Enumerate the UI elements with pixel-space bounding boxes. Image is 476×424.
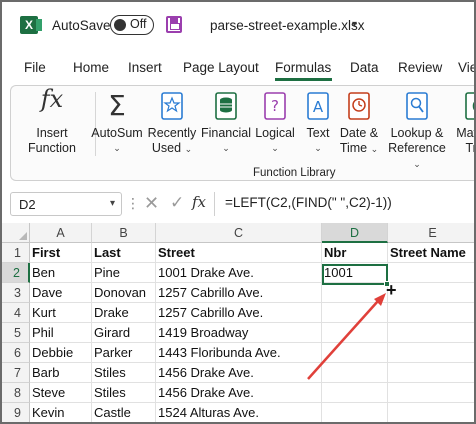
tab-review[interactable]: Review	[398, 60, 442, 75]
lookup-reference-button[interactable]: Lookup & Reference ⌄	[385, 86, 449, 169]
formula-buttons: ✕ ✓ fx	[134, 192, 214, 216]
financial-label: Financial	[200, 126, 252, 140]
tab-insert[interactable]: Insert	[128, 60, 162, 75]
confirm-icon[interactable]: ✓	[170, 193, 184, 213]
recently-used-label-1: Recently	[147, 126, 197, 140]
svg-text:?: ?	[271, 97, 279, 115]
name-box-value: D2	[19, 197, 36, 212]
chevron-down-icon[interactable]: ▾	[110, 198, 115, 209]
financial-button[interactable]: Financial ⌄	[199, 86, 253, 164]
autosave-toggle[interactable]: Off	[110, 15, 154, 35]
formula-text: =LEFT(C2,(FIND(" ",C2)-1))	[225, 195, 392, 210]
svg-text:θ: θ	[472, 100, 476, 115]
math-trig-label-1: Math &	[456, 126, 474, 140]
insert-function-button[interactable]: fx Insert Function	[17, 86, 87, 164]
date-time-label-2: Time ⌄	[339, 141, 379, 155]
title-bar: X AutoSave Off parse-street-example.xlsx…	[2, 2, 474, 48]
function-library-group-label: Function Library	[253, 167, 336, 179]
text-label: Text	[306, 126, 330, 140]
logical-label: Logical	[255, 126, 295, 140]
toggle-state: Off	[130, 17, 147, 31]
recently-used-label-2: Used ⌄	[151, 141, 193, 155]
coins-icon	[215, 92, 237, 124]
toggle-knob	[114, 18, 126, 31]
autosum-label: AutoSum	[91, 126, 143, 140]
tab-file[interactable]: File	[24, 60, 46, 75]
tab-page-layout[interactable]: Page Layout	[183, 60, 259, 75]
insert-function-label-2: Function	[28, 141, 76, 155]
svg-text:A: A	[313, 98, 324, 116]
chevron-down-icon: ⌄	[314, 143, 322, 153]
formula-bar: D2 ▾ ⋮ ✕ ✓ fx =LEFT(C2,(FIND(" ",C2)-1))	[2, 190, 474, 218]
date-time-label-1: Date &	[339, 126, 379, 140]
chevron-down-icon[interactable]: ▾	[352, 19, 357, 30]
clock-book-icon	[348, 92, 370, 124]
math-trig-button[interactable]: θ Math & Trig	[451, 86, 476, 164]
lookup-reference-label-1: Lookup &	[390, 126, 444, 140]
name-box[interactable]: D2 ▾	[10, 192, 122, 216]
tab-view[interactable]: View	[458, 60, 474, 75]
chevron-down-icon: ⌄	[222, 143, 230, 153]
chevron-down-icon: ⌄	[113, 143, 121, 153]
text-book-icon: A	[307, 92, 329, 124]
star-book-icon	[161, 92, 183, 124]
question-book-icon: ?	[264, 92, 286, 124]
excel-window: X AutoSave Off parse-street-example.xlsx…	[0, 0, 476, 424]
math-book-icon: θ	[465, 92, 476, 124]
formulas-ribbon: fx Insert Function Σ AutoSum ⌄ Recently …	[10, 85, 476, 181]
ribbon-tabs: File Home Insert Page Layout Formulas Da…	[2, 54, 474, 82]
sigma-icon: Σ	[108, 89, 126, 122]
worksheet-grid: A B C D E 1 First Last Street Nbr Street Name…	[2, 223, 474, 422]
save-icon[interactable]	[166, 16, 182, 33]
text-button[interactable]: A Text ⌄	[299, 86, 337, 164]
insert-function-label-1: Insert	[36, 126, 68, 140]
tab-formulas[interactable]: Formulas	[275, 60, 331, 75]
date-time-button[interactable]: Date & Time ⌄	[337, 86, 381, 164]
math-trig-label-2: Trig	[465, 141, 476, 155]
formula-input[interactable]: =LEFT(C2,(FIND(" ",C2)-1))	[214, 192, 474, 216]
insert-function-fx-icon[interactable]: fx	[192, 193, 214, 211]
excel-logo-icon: X	[20, 16, 42, 34]
autosum-button[interactable]: Σ AutoSum ⌄	[89, 86, 145, 164]
active-tab-indicator	[275, 78, 332, 81]
function-fx-icon: fx	[40, 85, 64, 113]
file-name[interactable]: parse-street-example.xlsx	[210, 18, 365, 33]
annotation-arrow	[307, 293, 386, 380]
tab-home[interactable]: Home	[73, 60, 109, 75]
magnifier-book-icon	[406, 92, 428, 124]
tab-data[interactable]: Data	[350, 60, 379, 75]
cancel-icon[interactable]: ✕	[144, 193, 159, 214]
lookup-reference-label-2: Reference ⌄	[388, 141, 446, 169]
chevron-down-icon: ⌄	[271, 143, 279, 153]
logical-button[interactable]: ? Logical ⌄	[253, 86, 297, 164]
autosave-label: AutoSave	[52, 18, 111, 33]
recently-used-button[interactable]: Recently Used ⌄	[145, 86, 199, 164]
